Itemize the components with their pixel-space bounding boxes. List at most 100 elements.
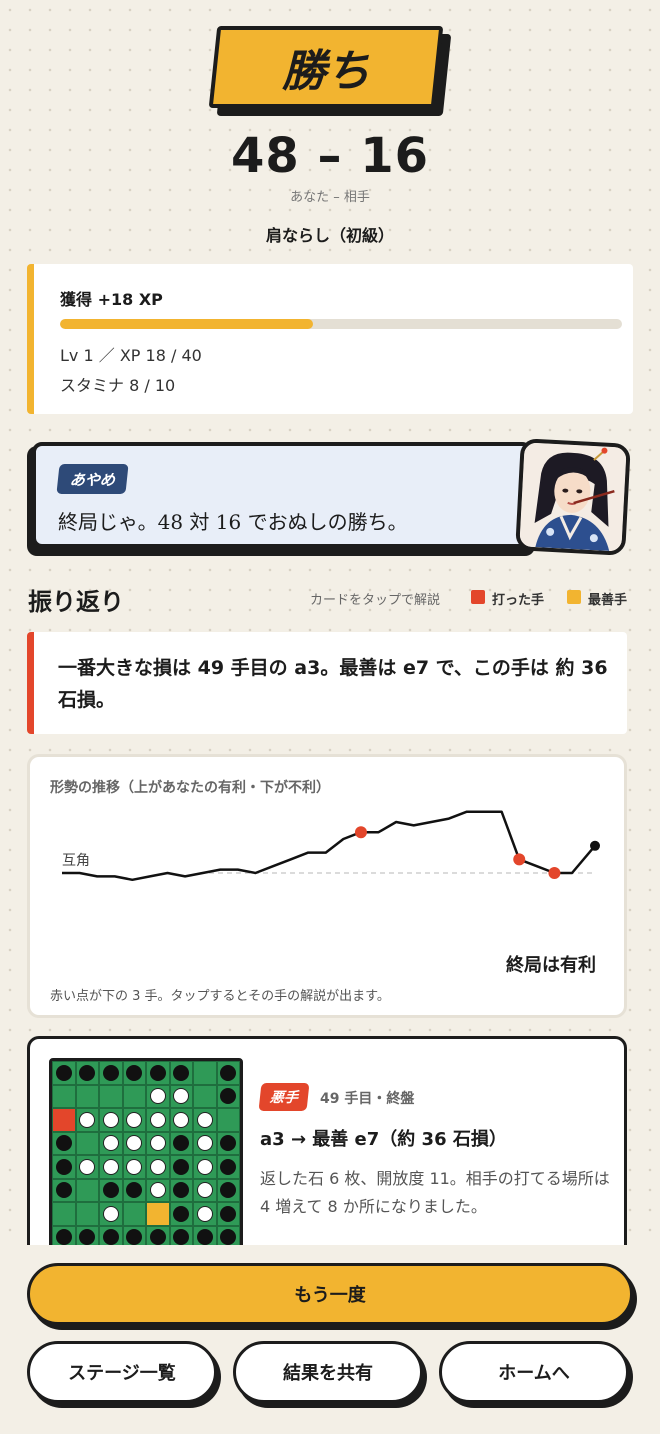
board-cell [99, 1155, 123, 1179]
white-disc [149, 1182, 166, 1199]
black-disc [126, 1064, 143, 1081]
board-cell [216, 1061, 240, 1085]
board-cell [169, 1131, 193, 1155]
board-cell [146, 1155, 170, 1179]
stamina-line: スタミナ 8 / 10 [60, 376, 176, 395]
black-disc [55, 1064, 72, 1081]
white-disc [196, 1158, 213, 1175]
board-cell [75, 1178, 99, 1202]
white-disc [126, 1111, 143, 1128]
move-quality-tag: 悪手 [258, 1083, 310, 1111]
board-cell [193, 1178, 217, 1202]
board-cell [75, 1155, 99, 1179]
board-cell [193, 1108, 217, 1132]
black-disc [173, 1229, 190, 1246]
board-cell [99, 1061, 123, 1085]
black-disc [220, 1229, 237, 1246]
chart-footnote: 赤い点が下の 3 手。タップするとその手の解説が出ます。 [50, 989, 390, 1004]
board-cell [169, 1155, 193, 1179]
board-cell [193, 1131, 217, 1155]
white-disc [173, 1111, 190, 1128]
share-result-button[interactable]: 結果を共有 [233, 1341, 423, 1403]
xp-card: 獲得 +18 XP Lv 1 ／ XP 18 / 40 スタミナ 8 / 10 [27, 264, 633, 414]
speech-bubble: あやめ 終局じゃ。48 対 16 でおぬしの勝ち。 [32, 442, 532, 548]
board-cell [52, 1084, 76, 1108]
move-meta: 49 手目・終盤 [320, 1091, 415, 1107]
move-card[interactable]: 悪手 49 手目・終盤 a3 → 最善 e7（約 36 石損） 返した石 6 枚… [27, 1036, 627, 1266]
board-cell [169, 1108, 193, 1132]
character-name-tag: あやめ [56, 464, 129, 494]
character-message: 終局じゃ。48 対 16 でおぬしの勝ち。 [58, 510, 408, 534]
board-cell [122, 1084, 146, 1108]
board-cell [52, 1178, 76, 1202]
board-cell [122, 1155, 146, 1179]
black-disc [220, 1064, 237, 1081]
black-disc [196, 1229, 213, 1246]
black-disc [220, 1158, 237, 1175]
white-disc [149, 1111, 166, 1128]
white-disc [126, 1158, 143, 1175]
white-disc [196, 1205, 213, 1222]
black-disc [220, 1182, 237, 1199]
xp-progress-bar [60, 319, 622, 329]
black-disc [55, 1229, 72, 1246]
board-cell [75, 1108, 99, 1132]
chart-highlight-point[interactable] [354, 826, 367, 839]
board-cell [99, 1131, 123, 1155]
white-disc [149, 1088, 166, 1105]
bottom-action-bar: もう一度 ステージ一覧 結果を共有 ホームへ [0, 1245, 660, 1434]
xp-progress-fill [60, 319, 313, 329]
character-portrait-icon [519, 442, 627, 552]
move-headline: a3 → 最善 e7（約 36 石損） [260, 1129, 507, 1150]
legend-best-swatch [567, 590, 581, 604]
retry-button[interactable]: もう一度 [27, 1263, 633, 1325]
chart-baseline-label: 互角 [62, 852, 90, 868]
black-disc [55, 1135, 72, 1152]
chart-end-label: 終局は有利 [506, 954, 596, 975]
black-disc [149, 1229, 166, 1246]
legend-best-label: 最善手 [588, 593, 628, 608]
home-button[interactable]: ホームへ [439, 1341, 629, 1403]
board-cell [146, 1178, 170, 1202]
white-disc [102, 1111, 119, 1128]
review-hint: カードをタップで解説 [310, 593, 441, 608]
board-cell [122, 1061, 146, 1085]
black-disc [173, 1135, 190, 1152]
worst-move-summary: 一番大きな損は 49 手目の a3。最善は e7 で、この手は 約 36 石損。 [58, 657, 608, 711]
board-cell [52, 1061, 76, 1085]
board-cell [193, 1155, 217, 1179]
result-badge-box: 勝ち [208, 26, 444, 108]
board-cell [169, 1061, 193, 1085]
black-disc [149, 1064, 166, 1081]
board-cell [52, 1202, 76, 1226]
board-cell [75, 1131, 99, 1155]
board-cell [169, 1202, 193, 1226]
white-disc [173, 1088, 190, 1105]
board-cell [146, 1131, 170, 1155]
black-disc [102, 1229, 119, 1246]
board-cell [146, 1202, 170, 1226]
board-cell [146, 1108, 170, 1132]
black-disc [55, 1158, 72, 1175]
board-cell [75, 1084, 99, 1108]
move-description: 返した石 6 枚、開放度 11。相手の打てる場所は 4 増えて 8 か所になりま… [260, 1169, 610, 1216]
board-cell [216, 1178, 240, 1202]
black-disc [173, 1182, 190, 1199]
review-title: 振り返り [28, 588, 124, 616]
white-disc [79, 1111, 96, 1128]
white-disc [102, 1158, 119, 1175]
result-label: 勝ち [282, 46, 370, 97]
white-disc [196, 1111, 213, 1128]
character-avatar [515, 438, 631, 556]
board-cell [52, 1108, 76, 1132]
white-disc [79, 1158, 96, 1175]
stage-list-button[interactable]: ステージ一覧 [27, 1341, 217, 1403]
chart-highlight-point[interactable] [513, 853, 526, 866]
chart-series-line [62, 810, 596, 882]
chart-highlight-point[interactable] [548, 867, 561, 879]
board-cell [216, 1155, 240, 1179]
evaluation-chart-card: 形勢の推移（上があなたの有利・下が不利） 互角 終局は有利 赤い点が下の 3 手… [27, 754, 627, 1018]
board-cell [122, 1131, 146, 1155]
white-disc [102, 1135, 119, 1152]
black-disc [173, 1205, 190, 1222]
